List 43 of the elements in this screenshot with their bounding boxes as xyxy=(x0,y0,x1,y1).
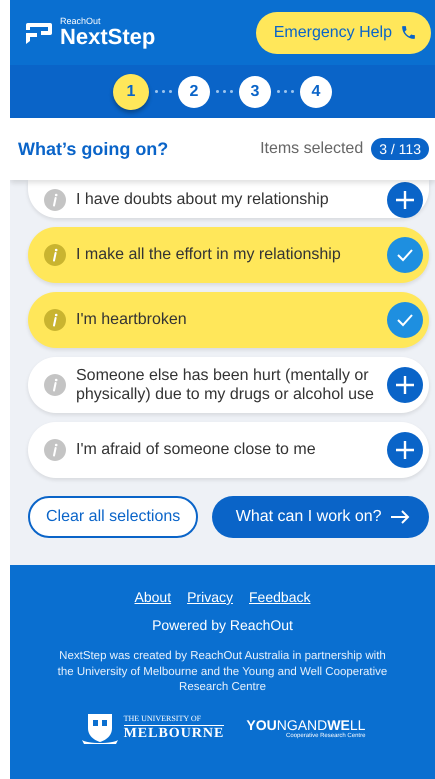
phone-icon xyxy=(400,24,417,41)
info-icon[interactable] xyxy=(44,244,66,266)
info-icon[interactable] xyxy=(44,189,66,211)
university-text: THE UNIVERSITY OF xyxy=(124,714,224,726)
concern-text: I'm afraid of someone close to me xyxy=(76,440,317,460)
info-icon[interactable] xyxy=(44,439,66,461)
concern-item[interactable]: I'm heartbroken xyxy=(28,292,429,348)
next-button[interactable]: What can I work on? xyxy=(212,496,429,538)
info-icon[interactable] xyxy=(44,309,66,331)
add-icon[interactable] xyxy=(387,432,423,468)
credit-text: NextStep was created by ReachOut Australia in partnership with the University of Melbourne and the Young and Well Cooperative Research Centre xyxy=(56,649,388,696)
concern-item[interactable]: I'm afraid of someone close to me xyxy=(28,422,429,478)
add-icon[interactable] xyxy=(387,182,423,218)
concern-item[interactable]: Someone else has been hurt (mentally or physically) due to my drugs or alcohol use xyxy=(28,357,429,413)
footer-link[interactable]: About xyxy=(134,589,172,605)
powered-by-text: Powered by ReachOut xyxy=(152,617,293,633)
step-button[interactable]: 2 xyxy=(178,76,210,108)
arrow-right-icon xyxy=(390,510,410,524)
selected-count-badge: 3 / 113 xyxy=(371,138,429,160)
young-and-well-logo: YOUNGANDWELL xyxy=(246,716,366,733)
step-button[interactable]: 3 xyxy=(239,76,271,108)
checkmark-icon[interactable] xyxy=(387,237,423,273)
emergency-help-button[interactable]: Emergency Help xyxy=(256,12,431,54)
items-selected-label: Items selected xyxy=(260,140,364,158)
logo[interactable]: ReachOut NextStep xyxy=(24,17,156,48)
concern-text: I'm heartbroken xyxy=(76,310,188,330)
concern-text: I have doubts about my relationship xyxy=(76,190,330,210)
section-title: What’s going on? xyxy=(18,138,170,160)
footer-link[interactable]: Feedback xyxy=(249,589,310,605)
concern-text: Someone else has been hurt (mentally or physically) due to my drugs or alcohol use xyxy=(76,366,375,404)
footer-link[interactable]: Privacy xyxy=(187,589,233,605)
checkmark-icon[interactable] xyxy=(387,302,423,338)
logo-title: NextStep xyxy=(60,26,156,48)
info-icon[interactable] xyxy=(44,374,66,396)
step-button[interactable]: 4 xyxy=(300,76,332,108)
step-button[interactable]: 1 xyxy=(113,74,149,110)
add-icon[interactable] xyxy=(387,367,423,403)
clear-selections-button[interactable]: Clear all selections xyxy=(28,496,198,538)
concern-text: I make all the effort in my relationship xyxy=(76,245,342,265)
concern-item[interactable]: I have doubts about my relationship xyxy=(28,180,429,218)
logo-subtitle: ReachOut xyxy=(60,17,102,26)
university-name: MELBOURNE xyxy=(124,726,224,742)
concern-item[interactable]: I make all the effort in my relationship xyxy=(28,227,429,283)
